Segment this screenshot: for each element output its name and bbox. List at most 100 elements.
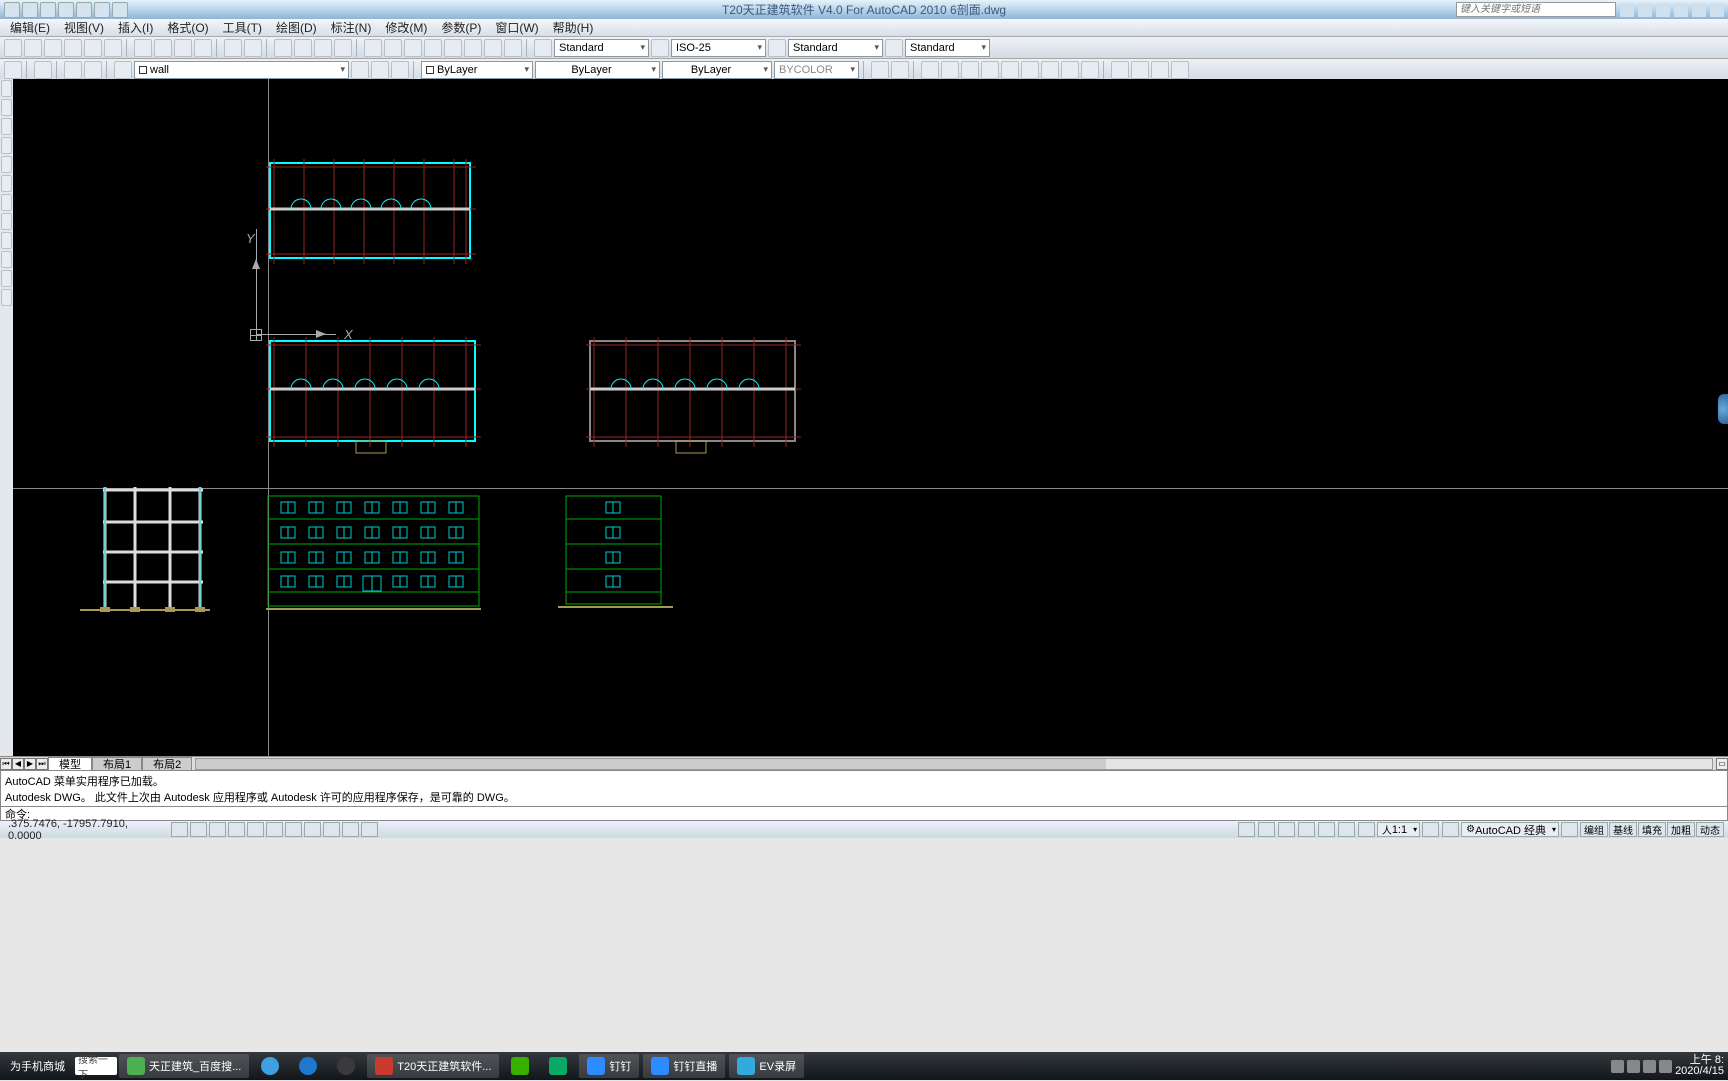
annovis-icon[interactable] xyxy=(1422,822,1439,837)
task-4[interactable]: T20天正建筑软件... xyxy=(367,1054,499,1078)
infocenter-icon[interactable] xyxy=(1620,3,1634,17)
hatch-icon[interactable] xyxy=(1,194,12,211)
menu-window[interactable]: 窗口(W) xyxy=(495,19,538,36)
navwheel-tab[interactable] xyxy=(1718,394,1728,424)
arc-icon[interactable] xyxy=(1,137,12,154)
osnap-icon[interactable] xyxy=(247,822,264,837)
tab-layout2[interactable]: 布局2 xyxy=(142,757,192,771)
layer-iso-icon[interactable] xyxy=(391,61,409,79)
menu-edit[interactable]: 编辑(E) xyxy=(10,19,50,36)
pline-icon[interactable] xyxy=(1,99,12,116)
lwt-icon[interactable] xyxy=(342,822,359,837)
minimize-icon[interactable] xyxy=(1710,3,1724,17)
task-8[interactable]: 钉钉直播 xyxy=(643,1054,725,1078)
laythaw-icon[interactable] xyxy=(941,61,959,79)
tray-net-icon[interactable] xyxy=(1627,1060,1640,1073)
dimstyle-dropdown[interactable]: ISO-25 xyxy=(671,39,766,57)
qat-print-icon[interactable] xyxy=(94,2,110,18)
laymch-icon[interactable] xyxy=(1081,61,1099,79)
qv-drawings-icon[interactable] xyxy=(1278,822,1295,837)
menu-insert[interactable]: 插入(I) xyxy=(118,19,153,36)
menu-dim[interactable]: 标注(N) xyxy=(331,19,372,36)
help-search-input[interactable] xyxy=(1456,2,1616,17)
mlstyle-dropdown[interactable]: Standard xyxy=(905,39,990,57)
menu-param[interactable]: 参数(P) xyxy=(441,19,481,36)
wslock-icon[interactable] xyxy=(1561,822,1578,837)
textstyle-icon[interactable] xyxy=(534,39,552,57)
new-icon[interactable] xyxy=(4,39,22,57)
tab-first-icon[interactable]: ⏮ xyxy=(0,758,12,770)
sign-in-icon[interactable] xyxy=(1638,3,1652,17)
toggle-group[interactable]: 编组 xyxy=(1580,822,1608,837)
pan-icon[interactable] xyxy=(274,39,292,57)
dcenter-icon[interactable] xyxy=(384,39,402,57)
tab-model[interactable]: 模型 xyxy=(48,757,92,771)
task-7[interactable]: 钉钉 xyxy=(579,1054,639,1078)
toggle-baseline[interactable]: 基线 xyxy=(1609,822,1637,837)
help-icon[interactable] xyxy=(1692,3,1706,17)
qat-redo-icon[interactable] xyxy=(76,2,92,18)
showmotion-icon[interactable] xyxy=(1358,822,1375,837)
laymrg-icon[interactable] xyxy=(1131,61,1149,79)
tray-vol-icon[interactable] xyxy=(1643,1060,1656,1073)
menu-help[interactable]: 帮助(H) xyxy=(553,19,594,36)
lock-icon[interactable] xyxy=(1021,61,1039,79)
tray-clock[interactable]: 上午 8: 2020/4/15 xyxy=(1675,1055,1724,1077)
layer-prev-icon[interactable] xyxy=(351,61,369,79)
pan2-icon[interactable] xyxy=(1298,822,1315,837)
preview-icon[interactable] xyxy=(84,39,102,57)
cui-icon[interactable] xyxy=(484,39,502,57)
zoom-icon[interactable] xyxy=(1318,822,1335,837)
wheel-icon[interactable] xyxy=(1338,822,1355,837)
polar-icon[interactable] xyxy=(228,822,245,837)
task-3[interactable] xyxy=(329,1054,363,1078)
redo-icon[interactable] xyxy=(244,39,262,57)
ssm-icon[interactable] xyxy=(424,39,442,57)
laycur-icon[interactable] xyxy=(1151,61,1169,79)
layeriso2-icon[interactable] xyxy=(891,61,909,79)
qcalc-icon[interactable] xyxy=(464,39,482,57)
tab-next-icon[interactable]: ▶ xyxy=(24,758,36,770)
ellipse-icon[interactable] xyxy=(1,175,12,192)
linetype-dropdown[interactable]: ByLayer xyxy=(535,61,660,79)
drawing-canvas[interactable]: Y X xyxy=(13,79,1728,756)
task-5[interactable] xyxy=(503,1054,537,1078)
hscroll[interactable] xyxy=(195,758,1713,770)
task-0[interactable]: 天正建筑_百度搜... xyxy=(119,1054,249,1078)
tab-last-icon[interactable]: ⏭ xyxy=(36,758,48,770)
qat-undo-icon[interactable] xyxy=(58,2,74,18)
line-icon[interactable] xyxy=(1,80,12,97)
dyn-icon[interactable] xyxy=(323,822,340,837)
layunlk-icon[interactable] xyxy=(1041,61,1059,79)
open-icon[interactable] xyxy=(24,39,42,57)
lineweight-dropdown[interactable]: ByLayer xyxy=(662,61,772,79)
annoauto-icon[interactable] xyxy=(1442,822,1459,837)
mlstyle-icon[interactable] xyxy=(885,39,903,57)
ducs-icon[interactable] xyxy=(304,822,321,837)
favorite-icon[interactable] xyxy=(1674,3,1688,17)
color-dropdown[interactable]: ByLayer xyxy=(421,61,533,79)
task-6[interactable] xyxy=(541,1054,575,1078)
otrack-icon[interactable] xyxy=(285,822,302,837)
text-icon[interactable] xyxy=(1,213,12,230)
props-icon[interactable] xyxy=(364,39,382,57)
save-icon[interactable] xyxy=(44,39,62,57)
annoscale-dropdown[interactable]: 人 1:1 xyxy=(1377,822,1420,837)
layerwalk-icon[interactable] xyxy=(871,61,889,79)
circle-icon[interactable] xyxy=(1,118,12,135)
menu-tools[interactable]: 工具(T) xyxy=(223,19,262,36)
toggle-dynamic[interactable]: 动态 xyxy=(1696,822,1724,837)
exchange-icon[interactable] xyxy=(1656,3,1670,17)
menu-modify[interactable]: 修改(M) xyxy=(385,19,427,36)
layoff-icon[interactable] xyxy=(961,61,979,79)
taskbar-search[interactable]: 搜索一下 xyxy=(75,1057,117,1075)
region-icon[interactable] xyxy=(1,270,12,287)
qat-save-icon[interactable] xyxy=(40,2,56,18)
toolpal-icon[interactable] xyxy=(404,39,422,57)
rect-icon[interactable] xyxy=(1,156,12,173)
menu-draw[interactable]: 绘图(D) xyxy=(276,19,317,36)
layer-dropdown[interactable]: wall xyxy=(134,61,349,79)
model-icon[interactable] xyxy=(1238,822,1255,837)
3dosnap-icon[interactable] xyxy=(266,822,283,837)
tray-flag-icon[interactable] xyxy=(1659,1060,1672,1073)
